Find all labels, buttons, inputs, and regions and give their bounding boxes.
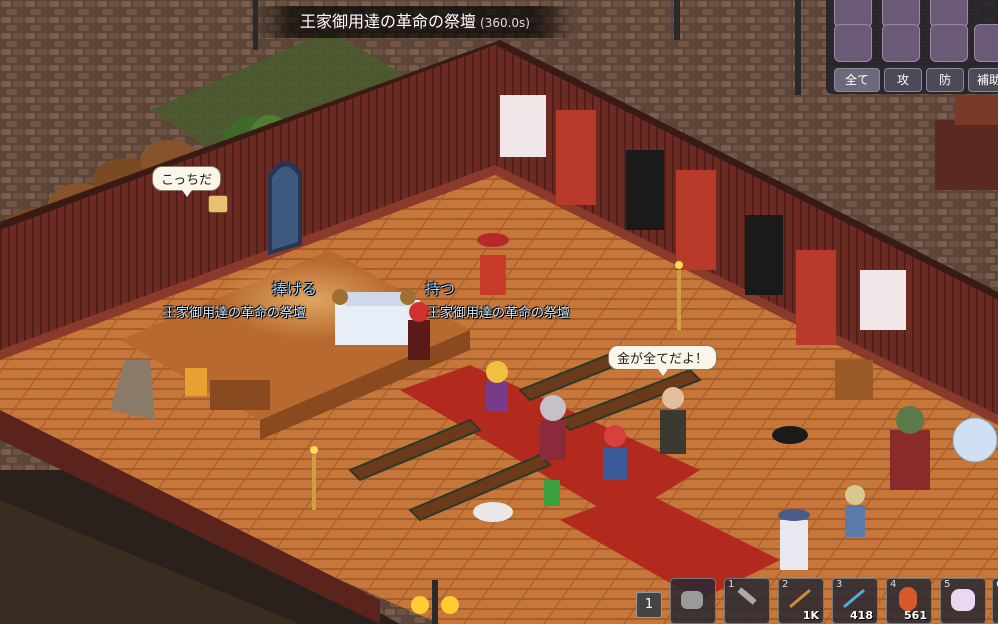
inventory-slot-4[interactable] xyxy=(834,24,872,62)
slot-number: 2 xyxy=(782,579,789,590)
offer-target-label[interactable]: 王家御用達の革命の祭壇 xyxy=(163,302,306,321)
offer-action-label[interactable]: 捧げる xyxy=(272,278,317,299)
location-timer: (360.0s) xyxy=(480,16,530,30)
hotbar: 1 2 1K 3 418 4 561 5 6 xyxy=(632,570,998,624)
inventory-panel: 全て 攻 防 補助 xyxy=(826,0,998,94)
stone-icon xyxy=(681,591,703,609)
hotbar-slot-4[interactable]: 4 561 xyxy=(886,578,932,624)
hotbar-slot-2[interactable]: 2 1K xyxy=(778,578,824,624)
slot-number: 5 xyxy=(944,579,951,590)
inventory-slot-7[interactable] xyxy=(974,24,998,62)
lucky-cat xyxy=(185,368,207,396)
slot-count: 418 xyxy=(850,609,873,622)
hotbar-slot-1[interactable]: 1 xyxy=(724,578,770,624)
bomb-icon xyxy=(899,587,917,611)
arrow-icon xyxy=(789,588,811,609)
hold-target-label[interactable]: 王家御用達の革命の祭壇 xyxy=(427,302,570,321)
hotbar-slot-6[interactable]: 6 xyxy=(992,578,998,624)
blue-arrow-icon xyxy=(843,588,865,609)
inventory-slot-5[interactable] xyxy=(882,24,920,62)
tab-defense[interactable]: 防 xyxy=(926,68,964,92)
location-title-bar: 王家御用達の革命の祭壇 (360.0s) xyxy=(255,6,575,38)
chest-icon[interactable] xyxy=(208,195,228,213)
stained-window xyxy=(268,160,302,255)
slot-count: 1K xyxy=(802,609,819,622)
slot-number: 3 xyxy=(836,579,843,590)
hotbar-slot-5[interactable]: 5 xyxy=(940,578,986,624)
snow-globe[interactable] xyxy=(952,417,998,463)
tab-all[interactable]: 全て xyxy=(834,68,880,92)
slot-number: 1 xyxy=(728,579,735,590)
hold-action-label[interactable]: 持つ xyxy=(425,278,455,299)
hotbar-slot-3[interactable]: 3 418 xyxy=(832,578,878,624)
mailbox[interactable] xyxy=(835,360,873,400)
location-title: 王家御用達の革命の祭壇 xyxy=(300,12,477,31)
slot-count: 561 xyxy=(904,609,927,622)
pet-icon xyxy=(951,589,975,611)
slot-number: 4 xyxy=(890,579,897,590)
altar[interactable] xyxy=(332,289,420,345)
tab-attack[interactable]: 攻 xyxy=(884,68,922,92)
inventory-slot-6[interactable] xyxy=(930,24,968,62)
hotbar-slot-0[interactable] xyxy=(670,578,716,624)
tab-support[interactable]: 補助 xyxy=(968,68,998,92)
speech-bubble-center: 金が全てだよ！ xyxy=(608,345,718,376)
speech-bubble-left: こっちだ xyxy=(152,166,222,197)
hammer-icon xyxy=(737,587,757,605)
